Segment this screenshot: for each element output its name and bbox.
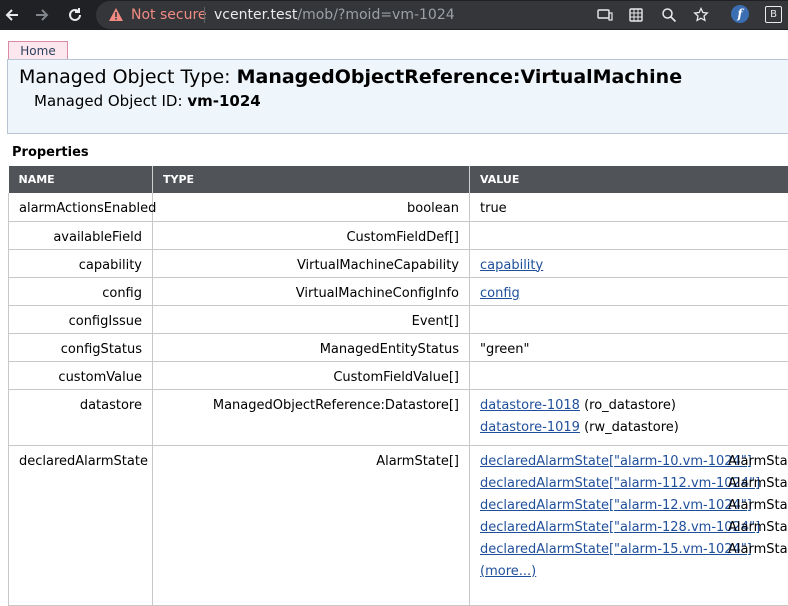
apps-grid-icon[interactable]: [627, 6, 645, 24]
url-text[interactable]: vcenter.test/mob/?moid=vm-1024: [214, 7, 455, 23]
warning-icon[interactable]: [108, 7, 124, 23]
column-header-type: TYPE: [153, 166, 470, 193]
alarm-state-link[interactable]: declaredAlarmState["alarm-10.vm-1024"]: [480, 454, 752, 469]
property-name: datastore: [9, 389, 153, 445]
property-value: true: [470, 193, 788, 221]
table-row: configStatus ManagedEntityStatus "green": [9, 333, 788, 361]
datastore-link[interactable]: datastore-1019: [480, 420, 580, 435]
table-row: datastore ManagedObjectReference:Datasto…: [9, 389, 788, 445]
alarm-state-type: AlarmState: [728, 539, 788, 561]
property-type: boolean: [153, 193, 470, 221]
managed-object-id: Managed Object ID: vm-1024: [34, 92, 261, 110]
property-value: declaredAlarmState["alarm-10.vm-1024"]Al…: [470, 445, 788, 605]
datastore-name: (rw_datastore): [584, 420, 679, 435]
reload-icon[interactable]: [64, 4, 86, 26]
managed-object-type: Managed Object Type: ManagedObjectRefere…: [19, 66, 682, 88]
property-value: capability: [470, 249, 788, 277]
alarm-state-type: AlarmState: [728, 473, 788, 495]
managed-object-header: Managed Object Type: ManagedObjectRefere…: [7, 59, 788, 134]
datastore-link[interactable]: datastore-1018: [480, 398, 580, 413]
alarm-state-type: AlarmState: [728, 517, 788, 539]
browser-toolbar: Not secure vcenter.test/mob/?moid=vm-102…: [0, 0, 788, 30]
property-value: config: [470, 277, 788, 305]
cast-icon[interactable]: [596, 6, 614, 24]
back-arrow-icon[interactable]: [1, 4, 23, 26]
property-value: [470, 221, 788, 249]
alarm-state-link[interactable]: declaredAlarmState["alarm-12.vm-1024"]: [480, 498, 752, 513]
zoom-icon[interactable]: [660, 6, 678, 24]
column-header-value: VALUE: [470, 166, 788, 193]
property-name: customValue: [9, 361, 153, 389]
property-value: "green": [470, 333, 788, 361]
property-type: CustomFieldValue[]: [153, 361, 470, 389]
home-tab[interactable]: Home: [8, 41, 68, 60]
table-row: availableField CustomFieldDef[]: [9, 221, 788, 249]
table-row: configIssue Event[]: [9, 305, 788, 333]
property-value: [470, 361, 788, 389]
property-name: alarmActionsEnabled: [9, 193, 153, 221]
table-header-row: NAME TYPE VALUE: [9, 166, 788, 193]
property-name: availableField: [9, 221, 153, 249]
column-header-name: NAME: [9, 166, 153, 193]
table-row: alarmActionsEnabled boolean true: [9, 193, 788, 221]
address-bar[interactable]: Not secure vcenter.test/mob/?moid=vm-102…: [96, 1, 788, 29]
property-name: configIssue: [9, 305, 153, 333]
property-name: configStatus: [9, 333, 153, 361]
alarm-state-link[interactable]: declaredAlarmState["alarm-112.vm-1024"]: [480, 476, 760, 491]
table-row: customValue CustomFieldValue[]: [9, 361, 788, 389]
property-value: [470, 305, 788, 333]
property-value: datastore-1018 (ro_datastore) datastore-…: [470, 389, 788, 445]
property-type: ManagedEntityStatus: [153, 333, 470, 361]
table-row: config VirtualMachineConfigInfo config: [9, 277, 788, 305]
alarm-state-link[interactable]: declaredAlarmState["alarm-128.vm-1024"]: [480, 520, 760, 535]
forward-arrow-icon[interactable]: [31, 4, 53, 26]
alarm-state-link[interactable]: declaredAlarmState["alarm-15.vm-1024"]: [480, 542, 752, 557]
address-separator: [204, 7, 205, 23]
not-secure-label[interactable]: Not secure: [131, 7, 207, 23]
table-row: declaredAlarmState AlarmState[] declared…: [9, 445, 788, 605]
property-name: declaredAlarmState: [9, 445, 153, 605]
fedora-extension-icon[interactable]: f: [731, 5, 749, 23]
property-type: VirtualMachineConfigInfo: [153, 277, 470, 305]
alarm-state-type: AlarmState: [728, 495, 788, 517]
extension-b-icon[interactable]: B: [765, 6, 782, 23]
capability-link[interactable]: capability: [480, 258, 543, 273]
property-name: capability: [9, 249, 153, 277]
property-type: CustomFieldDef[]: [153, 221, 470, 249]
bookmark-star-icon[interactable]: [692, 6, 710, 24]
property-name: config: [9, 277, 153, 305]
properties-table: NAME TYPE VALUE alarmActionsEnabled bool…: [8, 166, 788, 606]
property-type: VirtualMachineCapability: [153, 249, 470, 277]
config-link[interactable]: config: [480, 286, 520, 301]
more-link[interactable]: (more...): [480, 564, 536, 579]
properties-title: Properties: [12, 145, 89, 160]
property-type: AlarmState[]: [153, 445, 470, 605]
property-type: Event[]: [153, 305, 470, 333]
alarm-state-type: AlarmState: [728, 451, 788, 473]
datastore-name: (ro_datastore): [584, 398, 676, 413]
table-row: capability VirtualMachineCapability capa…: [9, 249, 788, 277]
property-type: ManagedObjectReference:Datastore[]: [153, 389, 470, 445]
